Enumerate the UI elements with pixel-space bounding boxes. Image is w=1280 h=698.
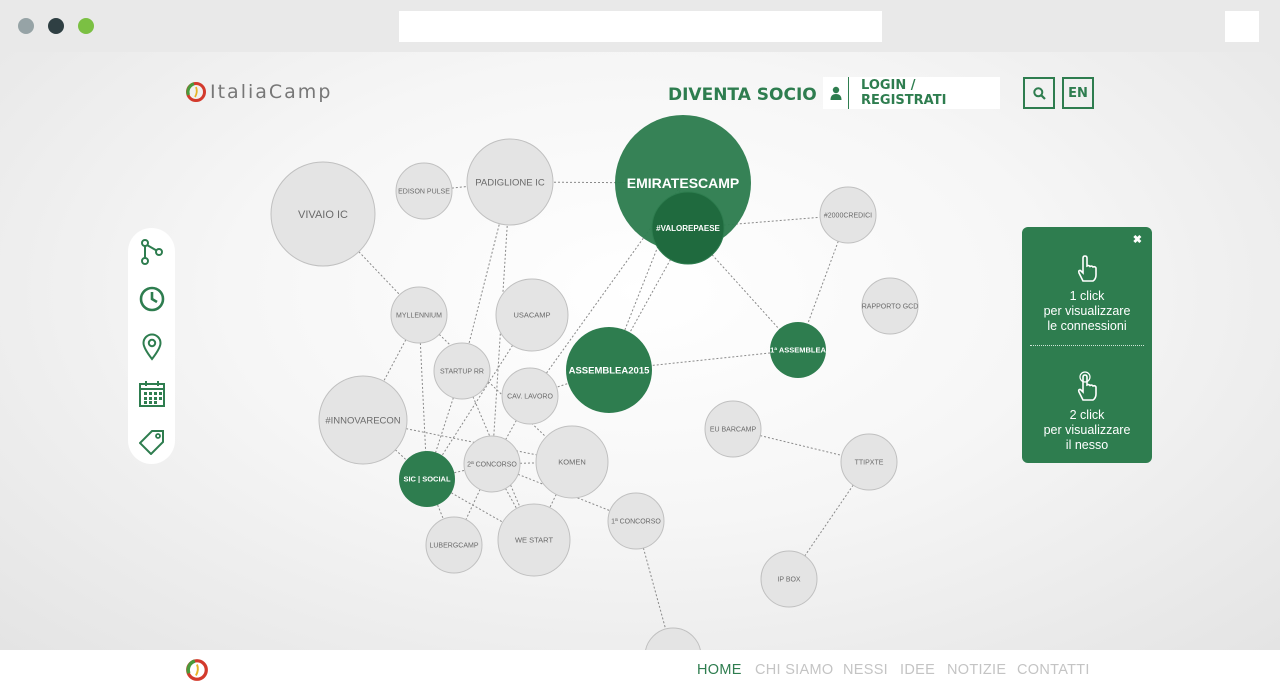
graph-node-label: TTIPXTE <box>855 460 884 467</box>
graph-node-myllennium[interactable]: MYLLENNIUM <box>390 286 448 344</box>
graph-node-ttipxte[interactable]: TTIPXTE <box>840 433 898 491</box>
graph-node-padiglione[interactable]: PADIGLIONE IC <box>466 138 554 226</box>
user-icon <box>823 77 850 109</box>
graph-node-label: PADIGLIONE IC <box>475 177 545 188</box>
graph-node-label: #VALOREPAESE <box>656 224 720 233</box>
location-pin-icon[interactable] <box>136 331 167 362</box>
click1-line1: 1 click <box>1069 289 1105 303</box>
footer-logo-icon[interactable] <box>185 658 209 682</box>
graph-node-concorso1[interactable]: 1ª CONCORSO <box>607 492 665 550</box>
logo-mark-icon <box>186 82 206 102</box>
search-button[interactable] <box>1023 77 1055 109</box>
graph-node-label: IP BOX <box>777 577 801 584</box>
graph-node-label: 1ª CONCORSO <box>611 519 661 526</box>
tag-icon[interactable] <box>136 426 167 457</box>
address-bar[interactable] <box>399 11 882 42</box>
italiacamp-logo[interactable]: ItaliaCamp <box>185 80 332 104</box>
browser-chrome <box>0 0 1280 52</box>
graph-node-usacamp[interactable]: USACAMP <box>495 278 569 352</box>
double-click-hand-icon <box>1077 371 1097 401</box>
graph-node-label: 2ª CONCORSO <box>467 462 517 469</box>
click1-line3: le connessioni <box>1047 319 1127 333</box>
graph-node-label: USACAMP <box>513 311 550 320</box>
graph-node-assemblea1[interactable]: 1ª ASSEMBLEA <box>770 322 827 378</box>
graph-node-bottom[interactable] <box>645 627 701 650</box>
graph-node-innovarecon[interactable]: #INNOVARECON <box>318 375 408 465</box>
graph-node-sicsocial[interactable]: SIC | SOCIAL <box>399 451 455 507</box>
footer: HOME CHI SIAMO NESSI IDEE NOTIZIE CONTAT… <box>0 650 1280 698</box>
clock-icon[interactable] <box>136 283 167 314</box>
nav-idee[interactable]: IDEE <box>900 662 935 678</box>
graph-node-valorepaese[interactable]: #VALOREPAESE <box>651 191 725 265</box>
window-close-dot[interactable] <box>18 18 34 34</box>
left-toolbar <box>128 228 175 464</box>
graph-node-concorso2[interactable]: 2ª CONCORSO <box>463 435 521 493</box>
graph-node-label: STARTUP RR <box>440 369 484 376</box>
graph-node-label: MYLLENNIUM <box>396 313 442 320</box>
graph-node-komen[interactable]: KOMEN <box>535 425 609 499</box>
window-maximize-dot[interactable] <box>78 18 94 34</box>
calendar-icon[interactable] <box>136 378 167 409</box>
graph-node-label: KOMEN <box>558 458 586 467</box>
panel-divider <box>1030 345 1144 346</box>
click1-line2: per visualizzare <box>1043 304 1131 318</box>
graph-node-lubergcamp[interactable]: LUBERGCAMP <box>425 516 483 574</box>
graph-node-eubarcamp[interactable]: EU BARCAMP <box>704 400 762 458</box>
graph-node-label: WE START <box>515 536 553 545</box>
nav-home[interactable]: HOME <box>697 662 742 678</box>
graph-node-label: #2000CREDICI <box>824 213 872 220</box>
login-label: LOGIN / REGISTRATI <box>861 78 947 108</box>
graph-node-label: CAV. LAVORO <box>507 394 553 401</box>
browser-menu-button[interactable] <box>1225 11 1259 42</box>
search-icon <box>1032 86 1046 100</box>
graph-node-circle <box>645 627 701 650</box>
diventa-socio-link[interactable]: DIVENTA SOCIO <box>668 85 817 105</box>
nav-contatti[interactable]: CONTATTI <box>1017 662 1090 678</box>
graph-node-vivaio[interactable]: VIVAIO IC <box>270 161 376 267</box>
click2-line3: il nesso <box>1065 438 1109 452</box>
graph-node-label: #INNOVARECON <box>325 415 400 426</box>
graph-node-label: 1ª ASSEMBLEA <box>770 346 826 355</box>
graph-node-westart[interactable]: WE START <box>497 503 571 577</box>
graph-node-startup[interactable]: STARTUP RR <box>433 342 491 400</box>
language-button[interactable]: EN <box>1062 77 1094 109</box>
graph-node-rapporto[interactable]: RAPPORTO GCD <box>861 277 919 335</box>
nav-nessi[interactable]: NESSI <box>843 662 888 678</box>
graph-node-label: RAPPORTO GCD <box>862 304 919 311</box>
graph-node-label: EU BARCAMP <box>710 427 757 434</box>
graph-node-edison[interactable]: EDISON PULSE <box>395 162 453 220</box>
graph-node-cavlavoro[interactable]: CAV. LAVORO <box>501 367 559 425</box>
connections-icon[interactable] <box>136 236 167 267</box>
single-click-hand-icon <box>1077 255 1097 282</box>
click2-line1: 2 click <box>1069 408 1105 422</box>
graph-node-label: EDISON PULSE <box>398 189 450 196</box>
login-button[interactable]: LOGIN / REGISTRATI <box>823 77 1000 109</box>
graph-node-label: SIC | SOCIAL <box>403 475 451 484</box>
graph-node-label: EMIRATESCAMP <box>627 175 740 191</box>
graph-node-ipbox[interactable]: IP BOX <box>760 550 818 608</box>
graph-node-crediti[interactable]: #2000CREDICI <box>819 186 877 244</box>
graph-node-label: ASSEMBLEA2015 <box>569 365 650 376</box>
help-panel: ✖ 1 click per visualizzare le connession… <box>1022 227 1152 463</box>
graph-node-label: VIVAIO IC <box>298 209 348 221</box>
graph-node-assemblea2015[interactable]: ASSEMBLEA2015 <box>566 327 652 413</box>
click2-line2: per visualizzare <box>1043 423 1131 437</box>
page: VIVAIO IC EDISON PULSE PADIGLIONE IC #2000C… <box>0 52 1280 650</box>
graph-node-label: LUBERGCAMP <box>429 543 478 550</box>
window-minimize-dot[interactable] <box>48 18 64 34</box>
nav-chi-siamo[interactable]: CHI SIAMO <box>755 662 833 678</box>
close-icon[interactable]: ✖ <box>1133 233 1142 246</box>
nav-notizie[interactable]: NOTIZIE <box>947 662 1006 678</box>
logo-text: ItaliaCamp <box>210 81 333 103</box>
